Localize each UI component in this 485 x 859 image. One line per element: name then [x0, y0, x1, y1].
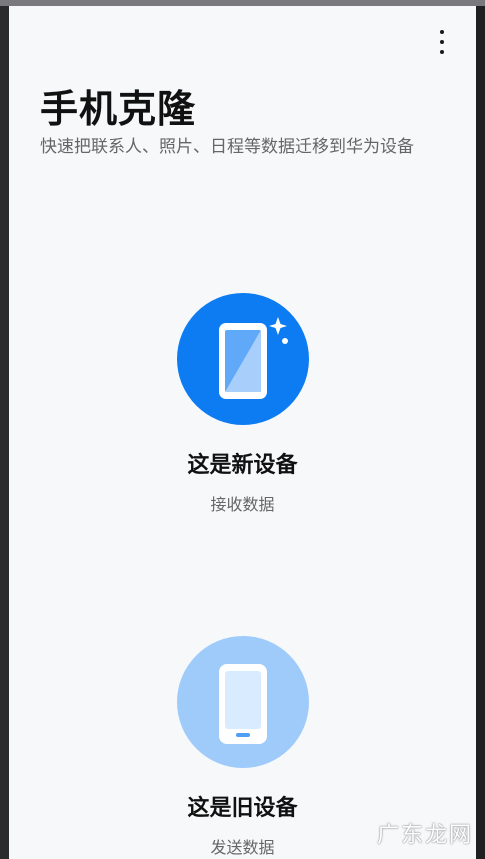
new-phone-sparkle-icon [218, 317, 288, 399]
new-device-option[interactable]: 这是新设备 接收数据 [9, 293, 476, 515]
left-edge [0, 6, 9, 859]
phone-clone-screen: 手机克隆 快速把联系人、照片、日程等数据迁移到华为设备 这是新设备 接收数据 这… [9, 6, 476, 859]
new-device-description: 接收数据 [210, 495, 275, 514]
more-options-button[interactable] [430, 24, 454, 60]
new-device-label: 这是新设备 [187, 453, 298, 478]
old-device-description: 发送数据 [210, 838, 275, 857]
watermark-text: 广东龙网 [376, 823, 473, 848]
more-vertical-icon-dot [440, 40, 444, 44]
more-vertical-icon-dot [440, 50, 444, 54]
old-phone-icon [218, 664, 267, 744]
new-device-icon-circle[interactable] [176, 293, 309, 425]
right-edge [476, 6, 485, 859]
old-device-icon-circle[interactable] [176, 636, 309, 768]
old-device-label: 这是旧设备 [187, 796, 298, 821]
more-vertical-icon [440, 30, 444, 34]
page-subtitle: 快速把联系人、照片、日程等数据迁移到华为设备 [40, 137, 414, 157]
page-title: 手机克隆 [40, 87, 197, 131]
